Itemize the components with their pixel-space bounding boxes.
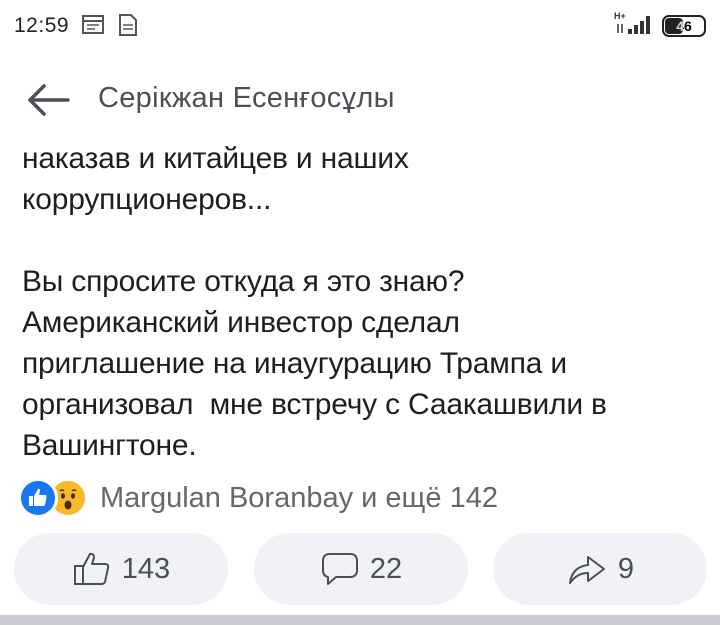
page-title: Серікжан Есенғосұлы [98, 82, 395, 114]
status-bar: 12:59 H+ 46 [0, 0, 720, 52]
thumbs-up-icon [73, 552, 109, 585]
post-line: Вашингтоне. [22, 429, 197, 462]
like-count: 143 [121, 552, 171, 585]
share-count: 9 [617, 552, 635, 585]
back-button[interactable] [22, 78, 72, 122]
calendar-notification-icon [82, 14, 104, 34]
like-reaction-icon [18, 478, 58, 518]
post-actions: 143 22 9 [0, 533, 720, 608]
post-text: наказав и китайцев и наших коррупционеро… [22, 138, 712, 468]
reactions-summary-text: Margulan Boranbay и ещё 142 [100, 482, 498, 514]
share-arrow-icon [568, 556, 605, 584]
battery-percent: 46 [676, 18, 692, 34]
like-button[interactable]: 143 [14, 533, 228, 605]
comment-bubble-icon [321, 553, 358, 585]
network-type-label: H+ [614, 11, 626, 21]
post-line: коррупционеров... [22, 183, 272, 216]
document-notification-icon [118, 14, 138, 36]
signal-icon: H+ [612, 10, 656, 43]
section-divider [0, 615, 720, 625]
battery-icon: 46 [662, 15, 706, 37]
comment-button[interactable]: 22 [254, 533, 468, 605]
app-header: Серікжан Есенғосұлы [0, 60, 720, 140]
status-time: 12:59 [14, 14, 70, 37]
back-arrow-icon [28, 84, 70, 116]
comment-count: 22 [369, 552, 403, 585]
post-line: приглашение на инаугурацию Трампа и [22, 347, 567, 380]
post-line: Вы спросите откуда я это знаю? [22, 265, 465, 298]
reactions-summary[interactable]: Margulan Boranbay и ещё 142 [18, 478, 708, 522]
share-button[interactable]: 9 [493, 533, 707, 605]
post-line: наказав и китайцев и наших [22, 142, 409, 175]
post-line: Американский инвестор сделал [22, 306, 460, 339]
post-line: организовал мне встречу с Саакашвили в [22, 388, 607, 421]
